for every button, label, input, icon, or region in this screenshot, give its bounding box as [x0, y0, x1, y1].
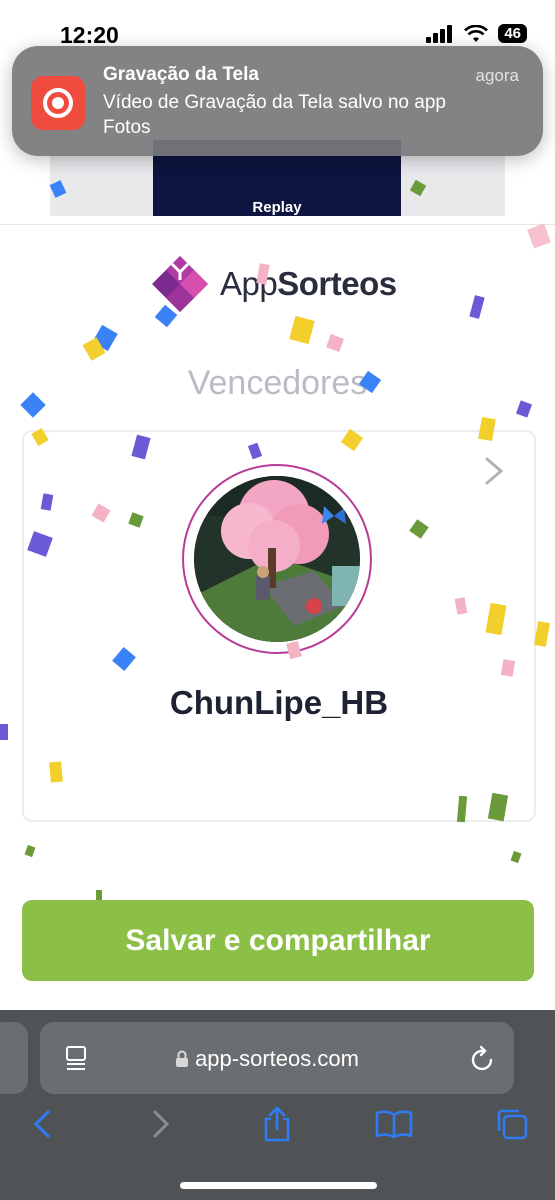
- signal-icon: [426, 24, 453, 43]
- screen-recording-notification[interactable]: Gravação da Tela agora Vídeo de Gravação…: [12, 46, 543, 156]
- replay-label: Replay: [252, 199, 302, 216]
- browser-toolbar: [0, 1102, 555, 1152]
- forward-button[interactable]: [139, 1102, 183, 1146]
- share-button[interactable]: [255, 1102, 299, 1146]
- back-button[interactable]: [20, 1102, 64, 1146]
- battery-icon: 46: [498, 24, 527, 43]
- winner-avatar-ring: [182, 464, 372, 654]
- share-icon: [264, 1106, 290, 1142]
- home-indicator[interactable]: [180, 1182, 377, 1189]
- reload-icon[interactable]: [470, 1044, 496, 1072]
- notification-message: Vídeo de Gravação da Tela salvo no app F…: [103, 92, 446, 138]
- system-icons: 46: [426, 24, 527, 43]
- winner-avatar: [194, 476, 360, 642]
- previous-tab-peek[interactable]: [0, 1022, 28, 1094]
- tabs-icon: [497, 1109, 528, 1140]
- address-bar[interactable]: app-sorteos.com: [40, 1022, 514, 1094]
- notification-title: Gravação da Tela: [103, 64, 259, 85]
- appsorteos-logo-icon: [152, 256, 208, 312]
- divider: [0, 224, 555, 225]
- url-text: app-sorteos.com: [195, 1046, 359, 1071]
- winner-name: ChunLipe_HB: [169, 684, 389, 721]
- bookmarks-button[interactable]: [372, 1102, 416, 1146]
- notification-time: agora: [475, 66, 519, 85]
- book-icon: [375, 1110, 413, 1139]
- logo-wordmark: AppSorteos: [220, 265, 397, 302]
- wifi-icon: [464, 24, 489, 42]
- winners-heading: Vencedores: [187, 364, 368, 402]
- chevron-left-icon: [33, 1110, 50, 1138]
- chevron-right-icon: [153, 1110, 170, 1138]
- chevron-right-icon[interactable]: [484, 456, 504, 486]
- tabs-button[interactable]: [490, 1102, 534, 1146]
- screen-record-icon: [31, 76, 85, 130]
- app-logo: AppSorteos: [150, 254, 397, 314]
- winner-card[interactable]: ChunLipe_HB: [22, 430, 536, 822]
- save-and-share-button[interactable]: Salvar e compartilhar: [22, 900, 534, 981]
- status-time: 12:20: [60, 22, 119, 48]
- browser-bottom-bar: app-sorteos.com: [0, 1010, 555, 1200]
- status-bar: 12:20 46: [0, 0, 555, 48]
